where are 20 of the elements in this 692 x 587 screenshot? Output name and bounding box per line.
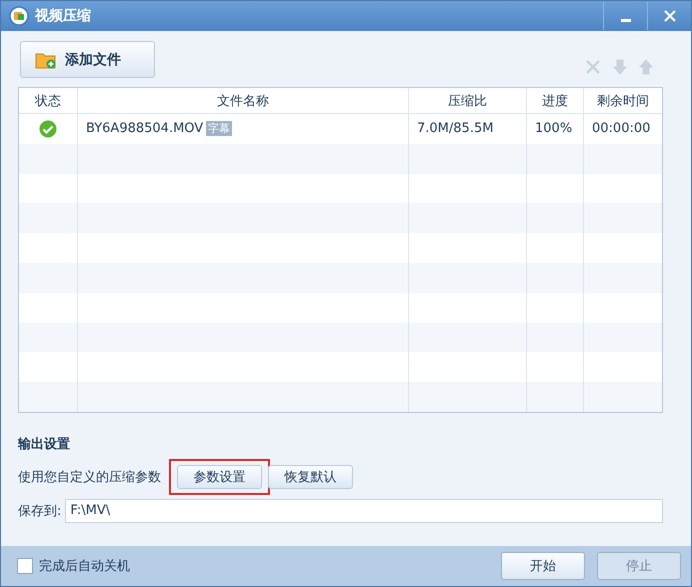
settings-button[interactable]: 参数设置 bbox=[177, 464, 262, 489]
save-path-field[interactable]: F:\MV\ bbox=[65, 498, 663, 523]
checkbox[interactable] bbox=[17, 558, 33, 574]
subtitle-tag: 字幕 bbox=[206, 121, 232, 136]
minimize-icon bbox=[620, 18, 630, 22]
section-heading: 输出设置 bbox=[18, 436, 71, 453]
table-cell: 100% bbox=[535, 121, 572, 136]
table-cell: BY6A988504.MOV bbox=[86, 121, 204, 136]
app-icon bbox=[9, 6, 29, 26]
window-title: 视频压缩 bbox=[35, 7, 91, 25]
add-file-button[interactable]: 添加文件 bbox=[20, 41, 155, 78]
close-icon bbox=[664, 10, 676, 22]
checkbox-label: 完成后自动关机 bbox=[39, 558, 130, 575]
save-label: 保存到: bbox=[18, 502, 62, 520]
action-button[interactable]: 开始 bbox=[501, 552, 585, 580]
table-cell: 7.0M/85.5M bbox=[417, 121, 494, 136]
table-cell: 00:00:00 bbox=[592, 121, 650, 136]
settings-button[interactable]: 恢复默认 bbox=[268, 464, 353, 489]
description-text: 使用您自定义的压缩参数 bbox=[18, 468, 161, 486]
check-icon bbox=[39, 120, 57, 138]
